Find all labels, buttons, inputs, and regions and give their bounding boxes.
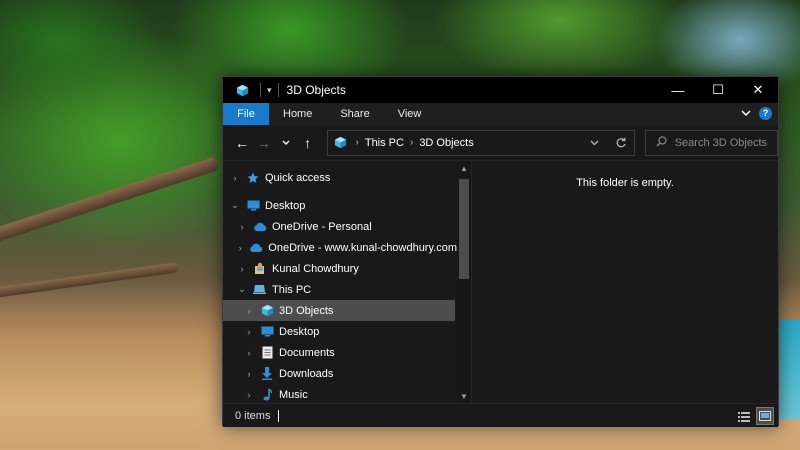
tree-item-onedrive-business[interactable]: › OneDrive - www.kunal-chowdhury.com xyxy=(223,237,457,258)
details-view-button[interactable] xyxy=(735,407,753,425)
chevron-right-icon[interactable]: › xyxy=(410,137,413,148)
tree-item-desktop-pc[interactable]: › Desktop xyxy=(223,321,457,342)
window-title: 3D Objects xyxy=(286,83,346,97)
tree-item-label: This PC xyxy=(272,283,312,296)
recent-locations-button[interactable] xyxy=(275,132,297,154)
tree-item-music[interactable]: › Music xyxy=(223,384,457,405)
file-explorer-window: ▾ 3D Objects — ☐ ✕ File Home Share View … xyxy=(222,76,779,427)
tree-item-label: Music xyxy=(279,388,308,401)
tree-item-downloads[interactable]: › Downloads xyxy=(223,363,457,384)
quick-access-toolbar: ▾ xyxy=(231,83,279,97)
back-button[interactable]: ← xyxy=(231,132,253,154)
chevron-right-icon[interactable]: › xyxy=(242,306,256,316)
star-icon xyxy=(246,172,260,184)
tree-item-onedrive-personal[interactable]: › OneDrive - Personal xyxy=(223,216,457,237)
downloads-icon xyxy=(260,367,274,380)
status-divider xyxy=(278,409,280,422)
chevron-right-icon[interactable]: › xyxy=(242,390,256,400)
navigation-bar: ← → ↑ › This PC › 3D Objects Search 3D O… xyxy=(223,125,778,161)
tree-item-label: Quick access xyxy=(265,171,331,184)
cloud-icon xyxy=(249,242,263,254)
address-bar-actions xyxy=(582,131,634,155)
expand-ribbon-icon[interactable] xyxy=(741,106,751,120)
chevron-right-icon[interactable]: › xyxy=(242,369,256,379)
tab-file[interactable]: File xyxy=(223,103,269,125)
view-toggle xyxy=(735,407,774,425)
cube-icon[interactable] xyxy=(235,84,249,96)
search-box[interactable]: Search 3D Objects xyxy=(644,129,778,156)
status-bar: 0 items xyxy=(223,403,778,427)
forward-button[interactable]: → xyxy=(253,132,275,154)
chevron-down-icon[interactable]: ⌄ xyxy=(228,200,242,211)
title-bar[interactable]: ▾ 3D Objects — ☐ ✕ xyxy=(223,77,778,103)
cloud-icon xyxy=(253,221,267,233)
desktop-icon xyxy=(246,200,260,212)
navigation-pane-scrollbar[interactable]: ▲ ▼ xyxy=(457,161,471,403)
palm-trunk xyxy=(0,156,221,244)
file-list-pane[interactable]: This folder is empty. xyxy=(471,161,778,403)
tree-item-label: Downloads xyxy=(279,367,334,380)
cube-icon xyxy=(260,304,274,317)
search-input[interactable]: Search 3D Objects xyxy=(675,137,767,149)
ribbon-tabs: File Home Share View ? xyxy=(223,103,778,125)
breadcrumb: › This PC › 3D Objects xyxy=(350,137,474,149)
tree-item-label: 3D Objects xyxy=(279,304,334,317)
tree-item-user-folder[interactable]: › Kunal Chowdhury xyxy=(223,258,457,279)
breadcrumb-this-pc[interactable]: This PC xyxy=(365,137,404,149)
tree-item-desktop[interactable]: ⌄ Desktop xyxy=(223,195,457,216)
palm-trunk xyxy=(0,262,179,300)
tree-item-label: Documents xyxy=(279,346,335,359)
desktop-icon xyxy=(260,326,274,338)
tree-item-3d-objects[interactable]: › 3D Objects xyxy=(223,300,455,321)
scroll-down-icon[interactable]: ▼ xyxy=(457,389,471,403)
help-icon[interactable]: ? xyxy=(759,106,772,120)
tree-item-this-pc[interactable]: ⌄ This PC xyxy=(223,279,457,300)
toolbar-divider xyxy=(260,83,261,97)
chevron-right-icon[interactable]: › xyxy=(242,327,256,337)
tree-item-quick-access[interactable]: › Quick access xyxy=(223,167,457,188)
tree-item-label: Desktop xyxy=(265,199,306,212)
tree-item-documents[interactable]: › Documents xyxy=(223,342,457,363)
chevron-right-icon[interactable]: › xyxy=(235,222,249,232)
empty-folder-message: This folder is empty. xyxy=(576,177,674,189)
maximize-button[interactable]: ☐ xyxy=(698,77,738,103)
explorer-body: › Quick access ⌄ Desktop › OneDrive - Pe… xyxy=(223,161,778,403)
tree-item-label: OneDrive - Personal xyxy=(272,220,372,233)
user-folder-icon xyxy=(253,262,267,275)
tree-item-label: Kunal Chowdhury xyxy=(272,262,359,275)
refresh-icon[interactable] xyxy=(608,137,634,149)
minimize-button[interactable]: — xyxy=(658,77,698,103)
close-button[interactable]: ✕ xyxy=(738,77,778,103)
tab-home[interactable]: Home xyxy=(269,103,326,125)
chevron-right-icon[interactable]: › xyxy=(356,137,359,148)
documents-icon xyxy=(260,346,274,359)
window-controls: — ☐ ✕ xyxy=(658,77,778,103)
customize-toolbar-icon[interactable]: ▾ xyxy=(267,85,272,96)
tree-item-label: Desktop xyxy=(279,325,320,338)
up-button[interactable]: ↑ xyxy=(297,132,319,154)
tab-share[interactable]: Share xyxy=(326,103,383,125)
chevron-right-icon[interactable]: › xyxy=(228,173,242,183)
chevron-down-icon[interactable]: ⌄ xyxy=(235,284,249,295)
scroll-up-icon[interactable]: ▲ xyxy=(457,161,471,175)
scrollbar-thumb[interactable] xyxy=(459,179,469,279)
toolbar-divider xyxy=(277,83,279,97)
navigation-pane: › Quick access ⌄ Desktop › OneDrive - Pe… xyxy=(223,161,471,405)
computer-icon xyxy=(253,284,267,296)
address-history-dropdown[interactable] xyxy=(582,140,608,146)
ribbon-right-controls: ? xyxy=(741,106,772,120)
music-icon xyxy=(260,388,274,401)
search-icon xyxy=(656,135,667,150)
chevron-right-icon[interactable]: › xyxy=(235,243,245,253)
chevron-right-icon[interactable]: › xyxy=(235,264,249,274)
item-count: 0 items xyxy=(235,409,271,422)
tree-item-label: OneDrive - www.kunal-chowdhury.com xyxy=(268,241,457,254)
chevron-right-icon[interactable]: › xyxy=(242,348,256,358)
large-icons-view-button[interactable] xyxy=(756,407,774,425)
address-bar[interactable]: › This PC › 3D Objects xyxy=(326,129,635,156)
cube-icon xyxy=(334,136,348,149)
breadcrumb-3d-objects[interactable]: 3D Objects xyxy=(419,137,473,149)
tab-view[interactable]: View xyxy=(384,103,436,125)
